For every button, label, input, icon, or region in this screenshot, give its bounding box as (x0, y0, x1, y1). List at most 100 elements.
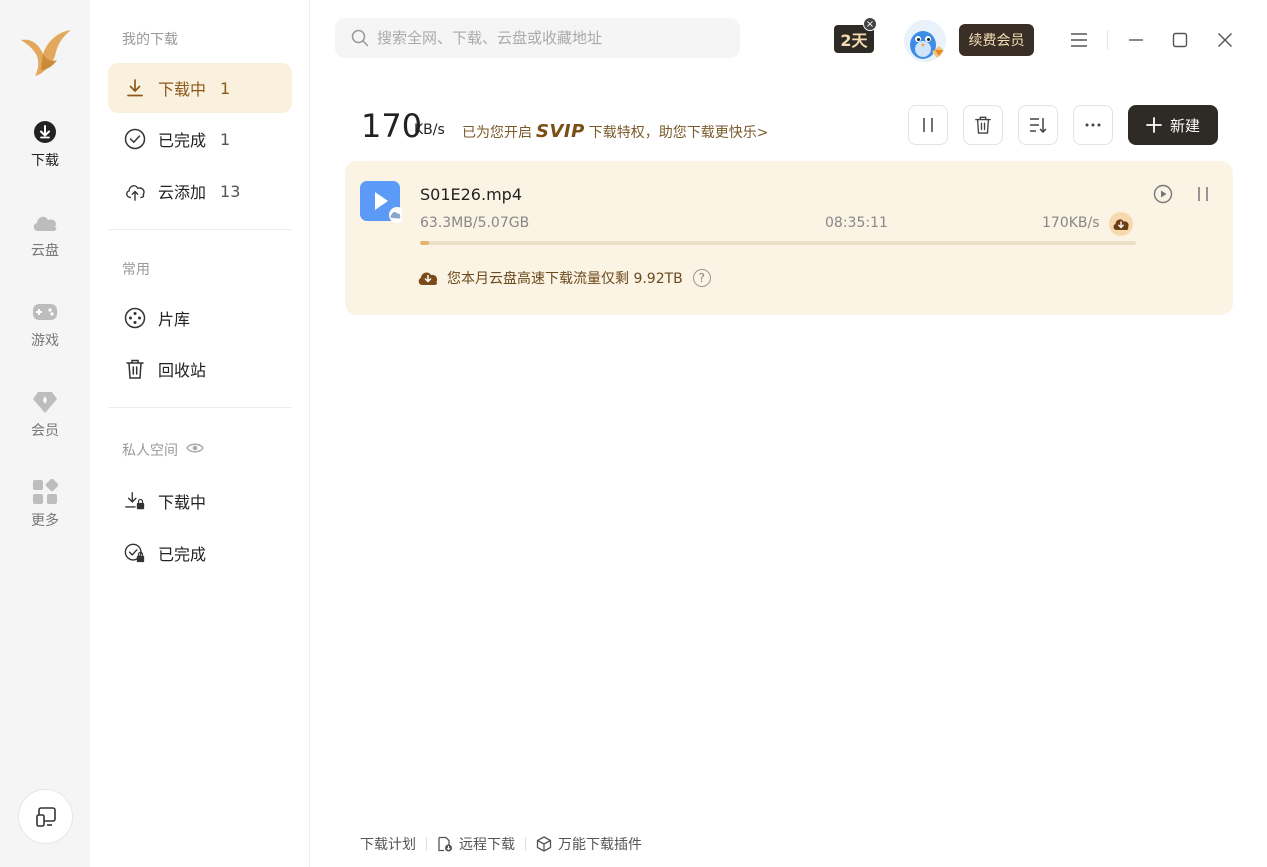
sidebar-item-recycle[interactable]: 回收站 (108, 344, 292, 394)
trash-icon (975, 116, 991, 134)
task-pause-button[interactable] (1191, 182, 1215, 206)
sidebar-item-private-downloading[interactable]: 下载中 (108, 476, 292, 526)
ellipsis-icon (1085, 123, 1101, 127)
left-rail: 下载 云盘 游戏 会员 更多 (0, 0, 90, 867)
sidebar-item-label: 已完成 (158, 131, 207, 150)
cube-icon (536, 836, 552, 852)
sidebar-item-count: 1 (220, 78, 231, 98)
sort-button[interactable] (1018, 105, 1058, 145)
section-title-my-downloads: 我的下载 (122, 32, 178, 48)
video-file-icon (360, 181, 405, 223)
footer-links: 下载计划 远程下载 万能下载插件 (360, 834, 642, 854)
cloud-upload-icon (124, 180, 146, 202)
rail-item-more[interactable]: 更多 (0, 478, 90, 548)
sidebar-item-completed[interactable]: 已完成 1 (108, 114, 292, 164)
search-input[interactable] (377, 29, 737, 47)
sidebar-divider (108, 407, 292, 408)
diamond-icon (31, 388, 59, 416)
badge-close-icon[interactable]: × (863, 17, 877, 31)
rail-item-games[interactable]: 游戏 (0, 298, 90, 368)
titlebar-divider (1107, 30, 1108, 50)
sidebar-item-library[interactable]: 片库 (108, 293, 292, 343)
device-button[interactable] (18, 789, 73, 844)
sidebar-item-downloading[interactable]: 下载中 1 (108, 63, 292, 113)
check-lock-icon (124, 542, 146, 564)
sidebar-item-count: 13 (220, 181, 241, 201)
sort-icon (1030, 118, 1047, 133)
cloud-icon (31, 208, 59, 236)
sidebar-item-label: 下载中 (158, 493, 207, 512)
download-circle-icon (31, 118, 59, 146)
menu-button[interactable] (1065, 26, 1093, 54)
rail-label: 下载 (31, 153, 59, 169)
remote-download-link[interactable]: 远程下载 (437, 834, 515, 854)
sidebar-item-count: 1 (220, 129, 231, 149)
minimize-icon (1129, 39, 1143, 41)
quota-text: 您本月云盘高速下载流量仅剩 9.92TB (447, 271, 683, 287)
task-speed: 170KB/s (1042, 215, 1100, 231)
rail-label: 游戏 (31, 333, 59, 349)
rail-item-download[interactable]: 下载 (0, 118, 90, 188)
rail-item-vip[interactable]: 会员 (0, 388, 90, 458)
new-task-label: 新建 (1169, 116, 1200, 135)
trash-icon (124, 358, 146, 380)
hamburger-icon (1071, 33, 1087, 47)
task-progress-bar (420, 241, 1136, 245)
download-arrow-icon (124, 77, 146, 99)
minimize-button[interactable] (1122, 26, 1150, 54)
help-icon[interactable]: ? (692, 269, 711, 287)
task-size: 63.3MB/5.07GB (420, 215, 530, 231)
rail-label: 云盘 (31, 243, 59, 259)
rail-label: 会员 (31, 423, 59, 439)
maximize-button[interactable] (1166, 26, 1194, 54)
new-task-button[interactable]: 新建 (1128, 105, 1218, 145)
device-icon (35, 806, 56, 827)
grid-icon (31, 478, 59, 506)
sidebar-item-cloud-add[interactable]: 云添加 13 (108, 166, 292, 216)
sidebar-item-label: 回收站 (158, 361, 207, 380)
maximize-icon (1172, 32, 1188, 48)
remote-download-label: 远程下载 (459, 837, 515, 853)
task-remaining-time: 08:35:11 (825, 215, 888, 231)
download-plugin-label: 万能下载插件 (558, 837, 642, 853)
svip-suffix: 下载特权，助您下载更快乐> (588, 124, 769, 141)
sidebar-divider (108, 229, 292, 230)
delete-button[interactable] (963, 105, 1003, 145)
search-icon (351, 29, 369, 47)
eye-icon[interactable] (186, 441, 204, 459)
close-button[interactable] (1211, 26, 1239, 54)
footer-divider (426, 837, 427, 851)
cloud-boost-icon[interactable] (1109, 212, 1133, 236)
remote-download-icon (438, 836, 452, 852)
sidebar-item-label: 片库 (158, 310, 191, 329)
gamepad-icon (31, 298, 59, 326)
sidebar-item-label: 下载中 (158, 80, 207, 99)
private-space-label: 私人空间 (122, 443, 178, 459)
task-play-button[interactable] (1151, 182, 1175, 206)
renew-vip-button[interactable]: 续费会员 (959, 24, 1034, 56)
search-box[interactable] (335, 18, 740, 58)
section-title-common: 常用 (122, 262, 150, 278)
pause-icon (923, 118, 933, 132)
plus-icon (1146, 117, 1162, 133)
task-progress-fill (420, 241, 429, 245)
total-speed-unit: KB/s (414, 122, 445, 138)
xunlei-logo-icon (17, 24, 73, 80)
download-plan-label: 下载计划 (360, 837, 416, 853)
download-task-card[interactable]: S01E26.mp4 63.3MB/5.07GB 08:35:11 170KB/… (345, 161, 1233, 315)
more-button[interactable] (1073, 105, 1113, 145)
svip-promo-link[interactable]: 已为您开启 SVIP 下载特权，助您下载更快乐> (462, 121, 769, 142)
rail-item-cloud[interactable]: 云盘 (0, 208, 90, 278)
pause-all-button[interactable] (908, 105, 948, 145)
sidebar: 我的下载 下载中 1 已完成 1 云添加 13 常用 片库 回收站 私人空间 下… (90, 0, 310, 867)
download-plan-link[interactable]: 下载计划 (360, 834, 416, 854)
download-plugin-link[interactable]: 万能下载插件 (536, 834, 642, 854)
pause-icon (1198, 187, 1208, 201)
section-title-private: 私人空间 (122, 440, 204, 460)
sidebar-item-label: 已完成 (158, 545, 207, 564)
film-reel-icon (124, 307, 146, 329)
download-lock-icon (124, 490, 146, 512)
avatar[interactable] (904, 20, 946, 62)
sidebar-item-label: 云添加 (158, 183, 207, 202)
sidebar-item-private-completed[interactable]: 已完成 (108, 528, 292, 578)
